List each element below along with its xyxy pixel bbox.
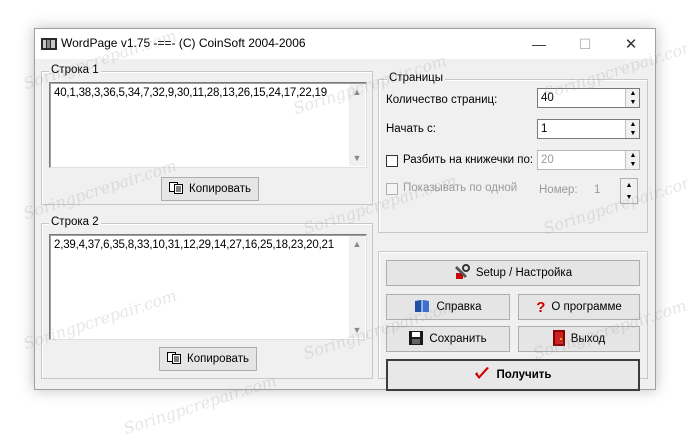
spin-up-icon[interactable]: ▲ bbox=[621, 179, 637, 191]
help-label: Справка bbox=[436, 301, 482, 313]
title-bar[interactable]: WordPage v1.75 -==- (C) CoinSoft 2004-20… bbox=[35, 29, 655, 59]
split-size-value: 20 bbox=[541, 154, 554, 166]
number-label: Номер: bbox=[539, 184, 578, 196]
page-count-spinner[interactable]: 40 ▲ ▼ bbox=[537, 88, 640, 108]
close-button[interactable]: ✕ bbox=[609, 29, 653, 59]
start-from-label: Начать с: bbox=[386, 123, 436, 135]
scroll-up-icon[interactable]: ▲ bbox=[349, 84, 365, 100]
copy-row2-label: Копировать bbox=[187, 353, 249, 365]
copy-row1-label: Копировать bbox=[189, 183, 251, 195]
copy-icon bbox=[167, 351, 182, 367]
scroll-up-icon[interactable]: ▲ bbox=[349, 236, 365, 252]
row2-text: 2,39,4,37,6,35,8,33,10,31,12,29,14,27,16… bbox=[54, 239, 334, 251]
start-from-value: 1 bbox=[541, 123, 548, 135]
row2-scrollbar[interactable]: ▲ ▼ bbox=[349, 236, 365, 338]
setup-label: Setup / Настройка bbox=[475, 267, 573, 279]
start-from-spin-buttons[interactable]: ▲ ▼ bbox=[625, 120, 639, 138]
spin-up-icon[interactable]: ▲ bbox=[626, 151, 640, 160]
spin-down-icon[interactable]: ▼ bbox=[626, 98, 640, 107]
about-button[interactable]: ? О программе bbox=[518, 294, 640, 320]
minimize-button[interactable]: — bbox=[517, 29, 561, 59]
client-area: Строка 1 40,1,38,3,36,5,34,7,32,9,30,11,… bbox=[35, 59, 655, 391]
checkmark-icon bbox=[474, 366, 490, 384]
page-count-label: Количество страниц: bbox=[386, 94, 498, 106]
show-one-checkbox[interactable] bbox=[386, 183, 398, 195]
maximize-button[interactable]: ☐ bbox=[563, 29, 607, 59]
split-booklets-label: Разбить на книжечки по: bbox=[403, 154, 534, 166]
split-size-spin-buttons[interactable]: ▲ ▼ bbox=[625, 151, 639, 169]
number-spin-buttons[interactable]: ▲ ▼ bbox=[621, 179, 637, 203]
floppy-icon bbox=[409, 330, 424, 348]
spin-down-icon[interactable]: ▼ bbox=[626, 160, 640, 169]
number-value: 1 bbox=[594, 184, 601, 196]
start-from-spinner[interactable]: 1 ▲ ▼ bbox=[537, 119, 640, 139]
tools-icon bbox=[454, 263, 470, 283]
app-window: WordPage v1.75 -==- (C) CoinSoft 2004-20… bbox=[34, 28, 656, 391]
page-count-spin-buttons[interactable]: ▲ ▼ bbox=[625, 89, 639, 107]
row2-memo[interactable]: 2,39,4,37,6,35,8,33,10,31,12,29,14,27,16… bbox=[49, 234, 367, 340]
exit-label: Выход bbox=[570, 333, 606, 345]
scroll-down-icon[interactable]: ▼ bbox=[349, 322, 365, 338]
window-title: WordPage v1.75 -==- (C) CoinSoft 2004-20… bbox=[61, 36, 306, 50]
get-button[interactable]: Получить bbox=[386, 359, 640, 391]
setup-button[interactable]: Setup / Настройка bbox=[386, 260, 640, 286]
row1-memo[interactable]: 40,1,38,3,36,5,34,7,32,9,30,11,28,13,26,… bbox=[49, 82, 367, 168]
question-icon: ? bbox=[536, 298, 546, 316]
app-icon bbox=[41, 37, 57, 51]
show-one-label: Показывать по одной bbox=[403, 182, 518, 194]
split-booklets-checkbox[interactable] bbox=[386, 155, 398, 167]
row1-text: 40,1,38,3,36,5,34,7,32,9,30,11,28,13,26,… bbox=[54, 87, 327, 99]
number-spinner[interactable]: ▲ ▼ bbox=[620, 178, 638, 204]
spin-up-icon[interactable]: ▲ bbox=[626, 89, 640, 98]
row2-legend: Строка 2 bbox=[49, 216, 101, 228]
help-button[interactable]: Справка bbox=[386, 294, 510, 320]
pages-legend: Страницы bbox=[387, 72, 445, 84]
row1-legend: Строка 1 bbox=[49, 64, 101, 76]
exit-door-icon bbox=[552, 329, 565, 349]
page-count-value: 40 bbox=[541, 92, 554, 104]
copy-row1-button[interactable]: Копировать bbox=[161, 177, 259, 201]
scroll-down-icon[interactable]: ▼ bbox=[349, 150, 365, 166]
about-label: О программе bbox=[551, 301, 622, 313]
split-size-spinner[interactable]: 20 ▲ ▼ bbox=[537, 150, 640, 170]
row1-scrollbar[interactable]: ▲ ▼ bbox=[349, 84, 365, 166]
book-icon bbox=[414, 299, 430, 316]
spin-down-icon[interactable]: ▼ bbox=[621, 191, 637, 203]
save-label: Сохранить bbox=[429, 333, 487, 345]
spin-down-icon[interactable]: ▼ bbox=[626, 129, 640, 138]
save-button[interactable]: Сохранить bbox=[386, 326, 510, 352]
spin-up-icon[interactable]: ▲ bbox=[626, 120, 640, 129]
copy-row2-button[interactable]: Копировать bbox=[159, 347, 257, 371]
get-label: Получить bbox=[496, 369, 552, 381]
copy-icon bbox=[169, 181, 184, 197]
exit-button[interactable]: Выход bbox=[518, 326, 640, 352]
